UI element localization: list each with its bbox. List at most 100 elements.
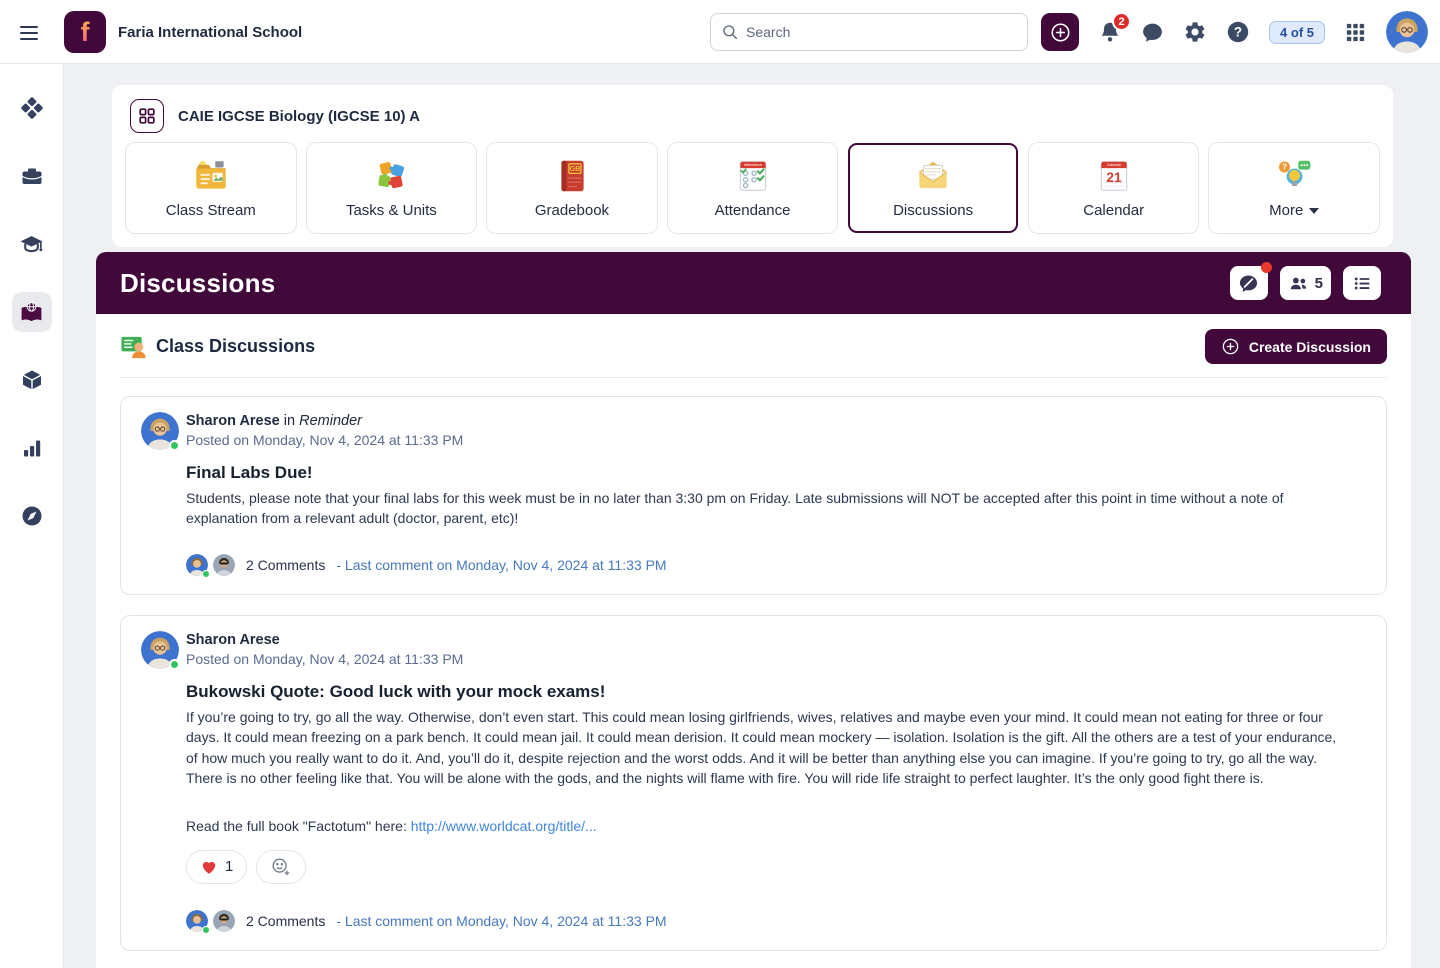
section-title-group: Class Discussions bbox=[120, 333, 315, 360]
discussions-content: Class Discussions Create Discussion bbox=[96, 314, 1411, 968]
post-head: Sharon Arese in Reminder Posted on Monda… bbox=[141, 412, 1366, 450]
post-head: Sharon Arese Posted on Monday, Nov 4, 20… bbox=[141, 631, 1366, 669]
commenter-avatar bbox=[186, 910, 208, 932]
search-bar[interactable] bbox=[710, 13, 1028, 51]
heart-count: 1 bbox=[225, 858, 233, 875]
posts-list: Sharon Arese in Reminder Posted on Monda… bbox=[120, 378, 1387, 968]
commenter-avatar bbox=[213, 910, 235, 932]
app: f Faria International School 2 bbox=[0, 0, 1440, 968]
list-icon bbox=[1352, 273, 1373, 294]
add-reaction-button[interactable] bbox=[256, 850, 306, 884]
comments-row: 2 Comments - Last comment on Monday, Nov… bbox=[186, 554, 1366, 576]
tab-discussions[interactable]: Discussions bbox=[848, 143, 1018, 233]
tab-tasks-units[interactable]: Tasks & Units bbox=[307, 143, 477, 233]
class-nav-tiles: Class Stream Tasks & Units GB Gradebook … bbox=[126, 143, 1379, 233]
author-name[interactable]: Sharon Arese bbox=[186, 413, 280, 429]
messenger-icon bbox=[1238, 273, 1259, 294]
top-bar: f Faria International School 2 bbox=[0, 0, 1440, 64]
tab-class-stream[interactable]: Class Stream bbox=[126, 143, 296, 233]
members-count: 5 bbox=[1315, 275, 1323, 292]
post-title[interactable]: Bukowski Quote: Good luck with your mock… bbox=[186, 682, 1366, 702]
online-dot bbox=[169, 440, 180, 451]
book-globe-icon bbox=[19, 300, 44, 325]
school-name: Faria International School bbox=[118, 0, 302, 64]
tab-attendance[interactable]: Attendance Attendance bbox=[668, 143, 838, 233]
logo-letter: f bbox=[81, 19, 90, 46]
class-switcher-icon[interactable] bbox=[130, 99, 164, 133]
create-discussion-label: Create Discussion bbox=[1249, 339, 1371, 355]
banner-list-button[interactable] bbox=[1343, 266, 1381, 300]
search-input[interactable] bbox=[746, 24, 996, 40]
faria-logo[interactable]: f bbox=[64, 11, 106, 53]
last-comment-link[interactable]: - Last comment on Monday, Nov 4, 2024 at… bbox=[336, 557, 666, 573]
sidebar-item-resources[interactable] bbox=[12, 360, 52, 400]
link-prefix: Read the full book "Factotum" here: bbox=[186, 818, 407, 834]
online-dot bbox=[202, 570, 210, 578]
messages-icon[interactable] bbox=[1141, 21, 1164, 44]
folder-icon bbox=[192, 157, 230, 195]
sidebar-item-reports[interactable] bbox=[12, 428, 52, 468]
post-body: Final Labs Due! Students, please note th… bbox=[186, 463, 1366, 576]
quick-add-button[interactable] bbox=[1041, 13, 1079, 51]
plan-usage-badge[interactable]: 4 of 5 bbox=[1269, 21, 1325, 44]
help-icon[interactable]: ? bbox=[1226, 20, 1250, 44]
online-dot bbox=[202, 926, 210, 934]
author-avatar[interactable] bbox=[141, 631, 179, 669]
tab-label: Discussions bbox=[893, 202, 973, 219]
gear-icon[interactable] bbox=[1183, 20, 1207, 44]
hamburger-menu-icon[interactable] bbox=[16, 22, 42, 42]
sidebar-item-explore[interactable] bbox=[12, 496, 52, 536]
comments-count[interactable]: 2 Comments bbox=[246, 913, 325, 929]
more-icon: ? bbox=[1275, 157, 1313, 195]
tab-label: Attendance bbox=[715, 202, 791, 219]
post-category[interactable]: Reminder bbox=[299, 413, 362, 429]
main-content: CAIE IGCSE Biology (IGCSE 10) A Class St… bbox=[64, 64, 1440, 968]
user-avatar[interactable] bbox=[1386, 11, 1428, 53]
sidebar-item-academics[interactable] bbox=[12, 224, 52, 264]
post-title[interactable]: Final Labs Due! bbox=[186, 463, 1366, 483]
author-name[interactable]: Sharon Arese bbox=[186, 632, 280, 648]
plus-circle-icon bbox=[1049, 21, 1072, 44]
online-dot bbox=[169, 659, 180, 670]
puzzle-icon bbox=[372, 157, 410, 195]
sidebar-item-briefcase[interactable] bbox=[12, 156, 52, 196]
add-emoji-icon bbox=[270, 856, 292, 878]
attendance-icon: Attendance bbox=[734, 157, 772, 195]
section-head: Class Discussions Create Discussion bbox=[120, 314, 1387, 378]
sidebar-item-dashboard[interactable] bbox=[12, 88, 52, 128]
create-discussion-button[interactable]: Create Discussion bbox=[1205, 329, 1387, 364]
graduation-cap-icon bbox=[19, 232, 44, 257]
tab-label: More bbox=[1269, 202, 1303, 219]
section-title: Class Discussions bbox=[156, 336, 315, 357]
help-glyph: ? bbox=[1234, 25, 1242, 40]
author-avatar[interactable] bbox=[141, 412, 179, 450]
search-icon bbox=[721, 23, 739, 41]
sidebar-item-classes[interactable] bbox=[12, 292, 52, 332]
discussion-post: Sharon Arese in Reminder Posted on Monda… bbox=[120, 396, 1387, 595]
banner-title: Discussions bbox=[120, 268, 275, 299]
gradebook-icon: GB bbox=[553, 157, 591, 195]
external-link[interactable]: http://www.worldcat.org/title/... bbox=[411, 818, 597, 834]
plus-circle-icon bbox=[1221, 337, 1240, 356]
banner-chat-button[interactable] bbox=[1230, 266, 1268, 300]
tab-calendar[interactable]: Calendar21 Calendar bbox=[1029, 143, 1199, 233]
notification-badge: 2 bbox=[1112, 12, 1131, 31]
in-word: in bbox=[284, 413, 295, 429]
svg-text:?: ? bbox=[1282, 163, 1287, 172]
heart-reaction-button[interactable]: 1 bbox=[186, 850, 247, 884]
last-comment-link[interactable]: - Last comment on Monday, Nov 4, 2024 at… bbox=[336, 913, 666, 929]
post-text: If you’re going to try, go all the way. … bbox=[186, 707, 1351, 788]
apps-grid-icon[interactable] bbox=[1344, 21, 1367, 44]
reactions-row: 1 bbox=[186, 850, 1366, 884]
banner-members-button[interactable]: 5 bbox=[1280, 266, 1331, 300]
tab-gradebook[interactable]: GB Gradebook bbox=[487, 143, 657, 233]
tab-label: Calendar bbox=[1083, 202, 1144, 219]
comments-count[interactable]: 2 Comments bbox=[246, 557, 325, 573]
tab-more[interactable]: ? More bbox=[1209, 143, 1379, 233]
banner-actions: 5 bbox=[1230, 266, 1381, 300]
commenter-avatar bbox=[213, 554, 235, 576]
class-header-card: CAIE IGCSE Biology (IGCSE 10) A Class St… bbox=[112, 85, 1393, 247]
tiles-icon bbox=[20, 96, 44, 120]
top-actions: 2 ? 4 of 5 bbox=[1041, 0, 1428, 64]
discussion-post: Sharon Arese Posted on Monday, Nov 4, 20… bbox=[120, 615, 1387, 951]
